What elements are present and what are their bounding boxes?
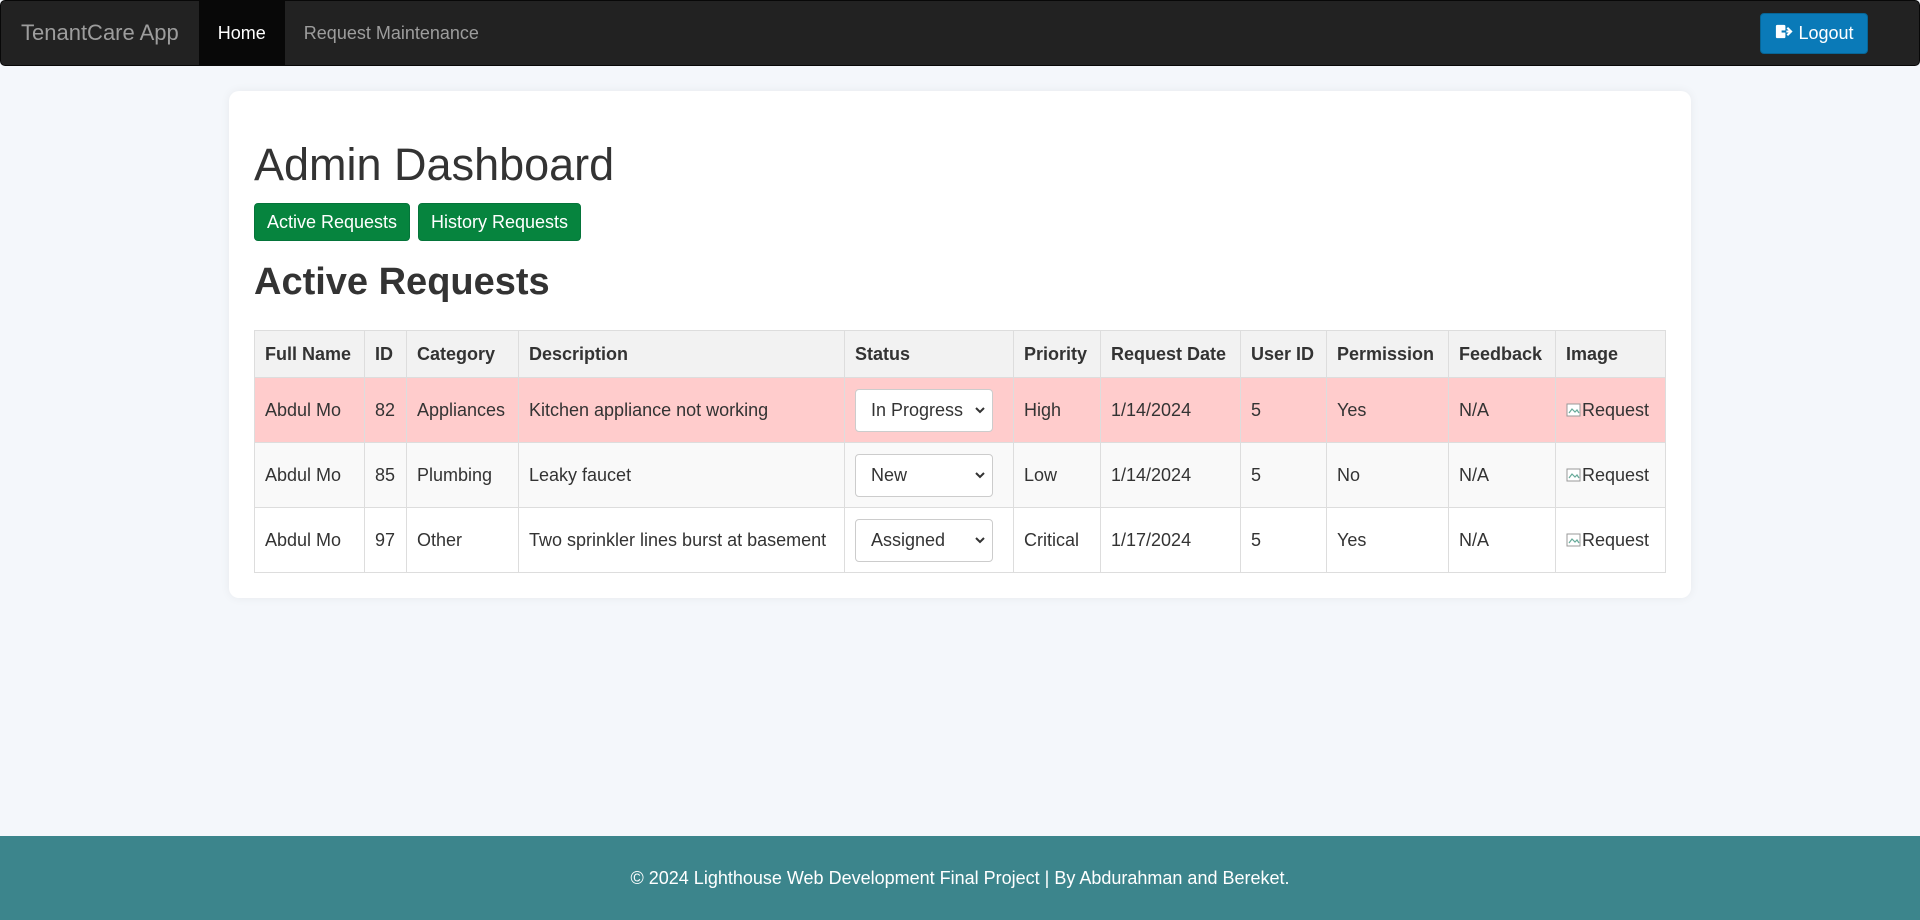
broken-image-icon <box>1566 532 1582 548</box>
status-value: New <box>871 464 908 485</box>
cell-permission: No <box>1326 442 1449 508</box>
section-title: Active Requests <box>254 261 550 303</box>
cell-description: Kitchen appliance not working <box>518 377 845 443</box>
chevron-down-icon <box>974 530 986 551</box>
cell-id: 82 <box>364 377 407 443</box>
chevron-down-icon <box>974 400 986 421</box>
status-select[interactable]: Assigned <box>855 518 993 562</box>
request-image[interactable]: Request <box>1566 400 1655 421</box>
header-category: Category <box>406 330 519 378</box>
header-status: Status <box>844 330 1014 378</box>
header-request-date: Request Date <box>1100 330 1241 378</box>
brand-link[interactable]: TenantCare App <box>1 1 199 65</box>
cell-user-id: 5 <box>1240 442 1327 508</box>
cell-status: Assigned <box>844 507 1014 573</box>
cell-image: Request <box>1555 507 1666 573</box>
cell-status: In Progress <box>844 377 1014 443</box>
cell-image: Request <box>1555 442 1666 508</box>
table-row: Abdul Mo 85 Plumbing Leaky faucet New Lo… <box>254 442 1666 508</box>
dashboard-card: Admin Dashboard Active Requests History … <box>229 91 1691 598</box>
sign-out-icon <box>1774 22 1794 46</box>
header-user-id: User ID <box>1240 330 1327 378</box>
cell-user-id: 5 <box>1240 507 1327 573</box>
cell-permission: Yes <box>1326 377 1449 443</box>
header-image: Image <box>1555 330 1666 378</box>
header-priority: Priority <box>1013 330 1101 378</box>
status-value: Assigned <box>871 529 946 550</box>
cell-request-date: 1/14/2024 <box>1100 377 1241 443</box>
history-requests-button[interactable]: History Requests <box>418 203 582 241</box>
cell-full-name: Abdul Mo <box>254 377 365 443</box>
cell-category: Plumbing <box>406 442 519 508</box>
header-description: Description <box>518 330 845 378</box>
requests-table: Full Name ID Category Description Status… <box>254 330 1666 573</box>
cell-user-id: 5 <box>1240 377 1327 443</box>
image-alt-text: Request <box>1582 464 1650 485</box>
cell-full-name: Abdul Mo <box>254 507 365 573</box>
table-header-row: Full Name ID Category Description Status… <box>254 330 1666 378</box>
cell-image: Request <box>1555 377 1666 443</box>
cell-request-date: 1/17/2024 <box>1100 507 1241 573</box>
page-title: Admin Dashboard <box>254 139 615 190</box>
cell-priority: Low <box>1013 442 1101 508</box>
status-value: In Progress <box>871 399 964 420</box>
request-image[interactable]: Request <box>1566 465 1655 486</box>
page-footer: © 2024 Lighthouse Web Development Final … <box>0 836 1920 920</box>
top-navbar: TenantCare App Home Request Maintenance … <box>0 0 1920 66</box>
nav-home[interactable]: Home <box>198 1 285 65</box>
cell-id: 97 <box>364 507 407 573</box>
broken-image-icon <box>1566 467 1582 483</box>
cell-full-name: Abdul Mo <box>254 442 365 508</box>
image-alt-text: Request <box>1582 529 1650 550</box>
broken-image-icon <box>1566 402 1582 418</box>
cell-feedback: N/A <box>1448 507 1556 573</box>
logout-button[interactable]: Logout <box>1760 13 1868 54</box>
status-select[interactable]: New <box>855 453 993 497</box>
table-row: Abdul Mo 97 Other Two sprinkler lines bu… <box>254 507 1666 573</box>
cell-category: Appliances <box>406 377 519 443</box>
cell-category: Other <box>406 507 519 573</box>
header-feedback: Feedback <box>1448 330 1556 378</box>
cell-permission: Yes <box>1326 507 1449 573</box>
header-permission: Permission <box>1326 330 1449 378</box>
chevron-down-icon <box>974 465 986 486</box>
cell-status: New <box>844 442 1014 508</box>
cell-feedback: N/A <box>1448 377 1556 443</box>
cell-request-date: 1/14/2024 <box>1100 442 1241 508</box>
status-select[interactable]: In Progress <box>855 388 993 432</box>
image-alt-text: Request <box>1582 399 1650 420</box>
cell-description: Leaky faucet <box>518 442 845 508</box>
footer-text: © 2024 Lighthouse Web Development Final … <box>630 867 1290 888</box>
cell-priority: Critical <box>1013 507 1101 573</box>
active-requests-button[interactable]: Active Requests <box>254 203 411 241</box>
logout-label: Logout <box>1798 23 1854 43</box>
cell-priority: High <box>1013 377 1101 443</box>
cell-id: 85 <box>364 442 407 508</box>
header-full-name: Full Name <box>254 330 365 378</box>
nav-request-maintenance[interactable]: Request Maintenance <box>285 1 498 65</box>
header-id: ID <box>364 330 407 378</box>
cell-description: Two sprinkler lines burst at basement <box>518 507 845 573</box>
cell-feedback: N/A <box>1448 442 1556 508</box>
request-image[interactable]: Request <box>1566 530 1655 551</box>
table-row: Abdul Mo 82 Appliances Kitchen appliance… <box>254 377 1666 443</box>
